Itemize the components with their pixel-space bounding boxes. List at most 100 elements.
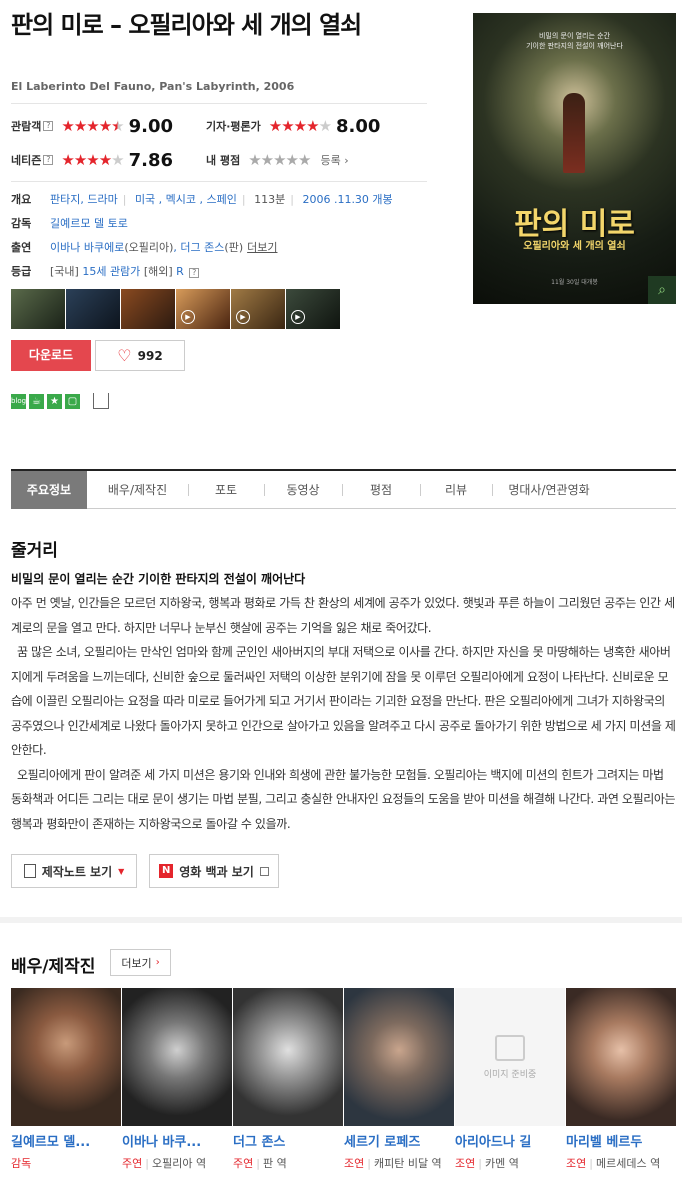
genre-link[interactable]: 판타지, 드라마 [50, 193, 118, 206]
critic-score: 8.00 [336, 115, 381, 137]
country-link[interactable]: 미국 , 멕시코 , 스페인 [135, 193, 237, 206]
external-link-icon [259, 866, 269, 876]
cast-more-link[interactable]: 더보기 [247, 239, 277, 255]
release-date-link[interactable]: 2006 .11.30 개봉 [302, 193, 392, 206]
download-button[interactable]: 다운로드 [11, 340, 91, 371]
image-placeholder-icon [495, 1034, 525, 1061]
cast-heading: 배우/제작진 [11, 957, 96, 977]
cast-photo[interactable] [11, 988, 121, 1126]
my-rating: 내 평점 ★★★★★ 등록 › [206, 148, 349, 172]
director-link[interactable]: 길예르모 델 토로 [50, 215, 128, 231]
photo-thumbnail[interactable] [121, 289, 175, 329]
blog-share-icon[interactable]: blog [11, 393, 26, 409]
poster-tagline: 비밀의 문이 열리는 순간 기이한 판타지의 전설이 깨어난다 [526, 32, 623, 50]
netizen-rating: 네티즌 ? ★★★★★ 7.86 [11, 148, 173, 172]
info-overview: 개요 판타지, 드라마 | 미국 , 멕시코 , 스페인 | 113분 | 2006 … [11, 193, 393, 206]
cast-card[interactable]: 이바나 바쿠... 주연 | 오필리아 역 [122, 988, 232, 1172]
help-icon[interactable]: ? [43, 121, 54, 131]
audience-label: 관람객 [11, 120, 42, 133]
cast-name[interactable]: 세르기 로페즈 [344, 1131, 454, 1150]
cast-photo[interactable] [233, 988, 343, 1126]
poster-subtitle: 오필리아와 세 개의 열쇠 [523, 241, 626, 252]
info-grade: 등급 [국내] 15세 관람가 [해외] R ? [11, 260, 200, 282]
cast-photo[interactable] [566, 988, 676, 1126]
original-title: El Laberinto Del Fauno, Pan's Labyrinth,… [11, 80, 295, 93]
share-icons: blog ☕ ★ ▢ [11, 393, 109, 409]
register-rating-link[interactable]: 등록 › [320, 152, 348, 168]
info-director: 감독 길예르모 델 토로 [11, 212, 128, 234]
cast-photo[interactable] [344, 988, 454, 1126]
audience-rating: 관람객 ? ★★★★★ 9.00 [11, 114, 173, 138]
domestic-grade-link[interactable]: 15세 관람가 [82, 265, 140, 278]
critic-label: 기자·평론가 [206, 120, 261, 133]
share-icon[interactable] [93, 393, 109, 409]
synopsis-heading: 줄거리 [11, 541, 58, 561]
cast-card[interactable]: 더그 존스 주연 | 판 역 [233, 988, 343, 1172]
cast-name[interactable]: 이바나 바쿠... [122, 1131, 232, 1150]
video-thumbnail[interactable]: ▶ [286, 289, 340, 329]
critic-rating: 기자·평론가 ★★★★★ 8.00 [206, 114, 380, 138]
tab-rating[interactable]: 평점 [342, 471, 420, 509]
bookmark-share-icon[interactable]: ★ [47, 393, 62, 409]
help-icon[interactable]: ? [43, 155, 54, 165]
cast-name[interactable]: 마리벨 베르두 [566, 1131, 676, 1150]
cast-card[interactable]: 이미지 준비중 아리아드나 길 조연 | 카멘 역 [455, 988, 565, 1172]
divider [11, 103, 427, 104]
cast-card[interactable]: 길예르모 델... 감독 [11, 988, 121, 1172]
like-button[interactable]: ♡ 992 [95, 340, 185, 371]
photo-thumbnail[interactable] [11, 289, 65, 329]
cast-name[interactable]: 아리아드나 길 [455, 1131, 565, 1150]
my-rating-stars[interactable]: ★★★★★ [248, 151, 311, 169]
cast-card[interactable]: 세르기 로페즈 조연 | 캐피탄 비달 역 [344, 988, 454, 1172]
movie-poster[interactable]: 비밀의 문이 열리는 순간 기이한 판타지의 전설이 깨어난다 판의 미로 오필… [473, 13, 676, 304]
movie-encyclopedia-button[interactable]: N 영화 백과 보기 [149, 854, 279, 888]
cast-link-2[interactable]: 더그 존스 [180, 241, 224, 254]
cast-photo-placeholder[interactable]: 이미지 준비중 [455, 988, 565, 1126]
video-thumbnail[interactable]: ▶ [176, 289, 230, 329]
synopsis-body: 아주 먼 옛날, 인간들은 모르던 지하왕국, 행복과 평화로 가득 찬 환상의… [11, 591, 676, 836]
tab-quotes-related[interactable]: 명대사/연관영화 [492, 471, 606, 509]
synopsis-lead: 비밀의 문이 열리는 순간 기이한 판타지의 전설이 깨어난다 [11, 572, 306, 586]
info-cast: 출연 이바나 바쿠에로(오필리아), 더그 존스(판) 더보기 [11, 239, 278, 255]
tab-main-info[interactable]: 주요정보 [11, 471, 87, 509]
memo-share-icon[interactable]: ▢ [65, 393, 80, 409]
grade-key: 등급 [11, 265, 32, 278]
tab-video[interactable]: 동영상 [264, 471, 342, 509]
cast-photo[interactable] [122, 988, 232, 1126]
cast-key: 출연 [11, 241, 32, 254]
play-icon: ▶ [236, 310, 250, 324]
cast-card[interactable]: 마리벨 베르두 조연 | 메르세데스 역 [566, 988, 676, 1172]
divider [11, 181, 427, 182]
document-icon [23, 864, 36, 878]
photo-thumbnail[interactable] [66, 289, 120, 329]
cast-more-button[interactable]: 더보기 › [110, 949, 171, 976]
poster-figure [563, 93, 585, 173]
foreign-grade-link[interactable]: R [176, 265, 184, 278]
tab-cast-crew[interactable]: 배우/제작진 [87, 471, 188, 509]
tab-bar: 주요정보 배우/제작진 포토 동영상 평점 리뷰 명대사/연관영화 [11, 469, 676, 509]
tab-photo[interactable]: 포토 [188, 471, 264, 509]
tab-review[interactable]: 리뷰 [420, 471, 492, 509]
netizen-stars: ★★★★★ [61, 151, 124, 169]
production-note-button[interactable]: 제작노트 보기 ▼ [11, 854, 137, 888]
cast-name[interactable]: 더그 존스 [233, 1131, 343, 1150]
chevron-down-icon: ▼ [118, 866, 125, 876]
my-rating-label: 내 평점 [206, 154, 241, 167]
critic-stars: ★★★★★ [268, 117, 332, 135]
netizen-label: 네티즌 [11, 154, 42, 167]
cast-list: 길예르모 델... 감독 이바나 바쿠... 주연 | 오필리아 역 더그 존스 주… [11, 988, 676, 1172]
magnifier-icon[interactable]: ⌕ [648, 276, 676, 304]
synopsis-paragraph: 꿈 많은 소녀, 오필리아는 만삭인 엄마와 함께 군인인 새아버지의 부대 저… [11, 645, 676, 757]
help-icon[interactable]: ? [189, 268, 200, 278]
cast-link-1[interactable]: 이바나 바쿠에로 [50, 241, 124, 254]
video-thumbnail[interactable]: ▶ [231, 289, 285, 329]
synopsis-paragraph: 오필리아에게 판이 알려준 세 가지 미션은 용기와 인내와 희생에 관한 불가… [11, 767, 676, 831]
cafe-share-icon[interactable]: ☕ [29, 393, 44, 409]
movie-title: 판의 미로 – 오필리아와 세 개의 열쇠 [11, 11, 362, 39]
cast-name[interactable]: 길예르모 델... [11, 1131, 121, 1150]
overview-key: 개요 [11, 193, 32, 206]
poster-date: 11월 30일 대개봉 [551, 279, 598, 286]
play-icon: ▶ [181, 310, 195, 324]
chevron-right-icon: › [155, 957, 160, 968]
like-count: 992 [137, 348, 163, 363]
